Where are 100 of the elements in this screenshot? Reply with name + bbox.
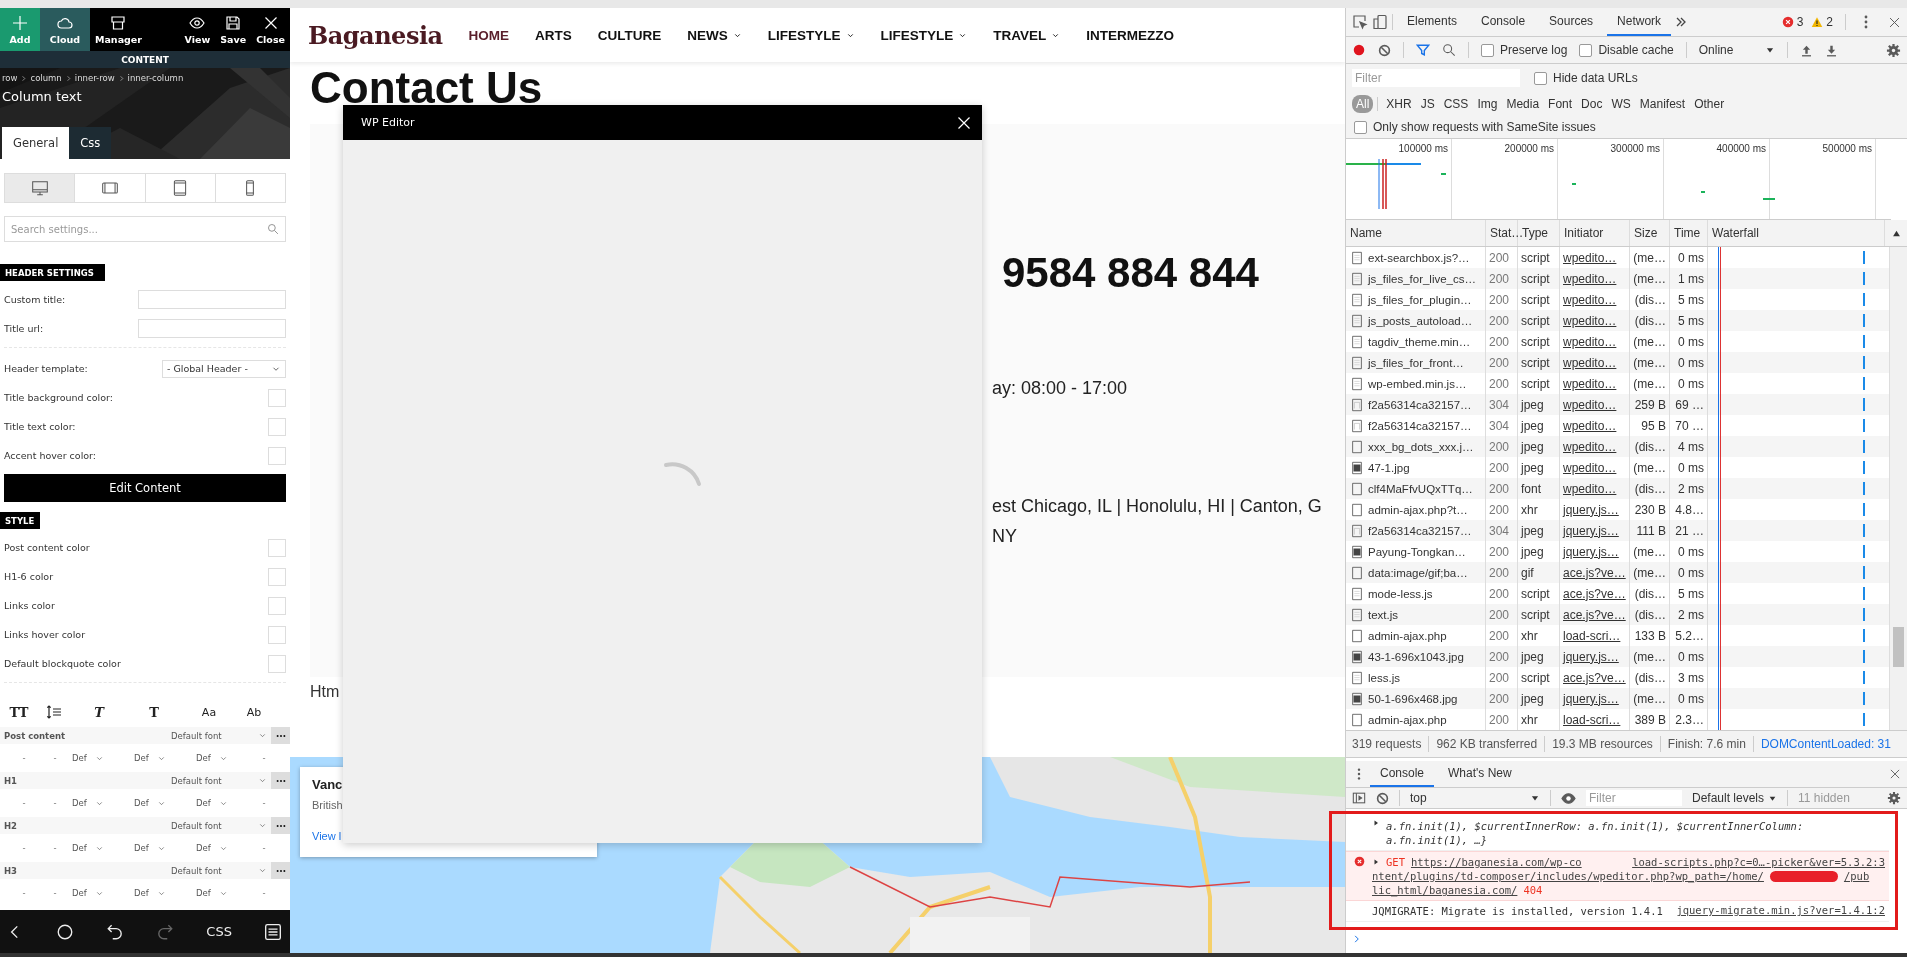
- type-filter[interactable]: Other: [1690, 95, 1729, 113]
- initiator-link[interactable]: jquery.js…: [1560, 646, 1630, 667]
- more-button[interactable]: [271, 817, 290, 834]
- initiator-link[interactable]: jquery.js…: [1560, 520, 1630, 541]
- drawer-tab[interactable]: What's New: [1438, 761, 1522, 787]
- more-button[interactable]: [271, 772, 290, 789]
- breadcrumb-item[interactable]: column: [30, 73, 62, 83]
- font-select[interactable]: Default font: [171, 865, 271, 876]
- value-select[interactable]: Def: [72, 843, 134, 853]
- nav-link[interactable]: TRAVEL: [993, 27, 1061, 43]
- initiator-link[interactable]: ace.js?ve…: [1560, 562, 1630, 583]
- value-select[interactable]: Def: [196, 888, 254, 898]
- request-name[interactable]: admin-ajax.php: [1368, 713, 1447, 726]
- clear-button[interactable]: [1376, 791, 1389, 805]
- initiator-link[interactable]: wpedito…: [1560, 478, 1630, 499]
- settings-button[interactable]: [1887, 791, 1901, 805]
- type-filter[interactable]: Img: [1473, 95, 1502, 113]
- clear-button[interactable]: [1378, 43, 1391, 57]
- request-name[interactable]: tagdiv_theme.min…: [1368, 335, 1471, 348]
- levels-select[interactable]: Default levels: [1692, 791, 1778, 805]
- search-button[interactable]: [1442, 43, 1456, 57]
- nav-link[interactable]: ARTS: [535, 27, 572, 43]
- devtools-tab[interactable]: Network: [1607, 8, 1672, 36]
- devtools-tab[interactable]: Elements: [1397, 8, 1468, 36]
- request-name[interactable]: f2a56314ca32157…: [1368, 524, 1472, 537]
- request-name[interactable]: js_files_for_plugin…: [1368, 293, 1472, 306]
- type-filter[interactable]: CSS: [1439, 95, 1473, 113]
- value-select[interactable]: Def: [134, 888, 196, 898]
- request-name[interactable]: ext-searchbox.js?…: [1368, 251, 1470, 264]
- color-swatch[interactable]: [268, 654, 286, 673]
- initiator-link[interactable]: wpedito…: [1560, 310, 1630, 331]
- color-swatch[interactable]: [268, 625, 286, 644]
- nav-link[interactable]: NEWS: [687, 27, 742, 43]
- color-swatch[interactable]: [268, 446, 286, 465]
- search-field[interactable]: Search settings...: [4, 216, 286, 242]
- export-button[interactable]: [1824, 43, 1838, 57]
- request-name[interactable]: f2a56314ca32157…: [1368, 419, 1472, 432]
- css-button[interactable]: CSS: [204, 922, 234, 941]
- device-toolbar-button[interactable]: [1372, 14, 1388, 30]
- value-select[interactable]: Def: [134, 753, 196, 763]
- more-tabs-button[interactable]: [1675, 16, 1688, 28]
- color-swatch[interactable]: [268, 567, 286, 586]
- initiator-link[interactable]: wpedito…: [1560, 436, 1630, 457]
- font-select[interactable]: Default font: [171, 730, 271, 741]
- request-name[interactable]: js_posts_autoload…: [1368, 314, 1473, 327]
- request-name[interactable]: 47-1.jpg: [1368, 461, 1410, 474]
- breadcrumb-item[interactable]: row: [2, 73, 18, 83]
- more-button[interactable]: [271, 862, 290, 879]
- request-name[interactable]: f2a56314ca32157…: [1368, 398, 1472, 411]
- value-select[interactable]: Def: [196, 843, 254, 853]
- drawer-tab[interactable]: Console: [1370, 761, 1435, 787]
- request-name[interactable]: 50-1-696x468.jpg: [1368, 692, 1458, 705]
- map-link[interactable]: View l: [312, 830, 342, 842]
- url-link[interactable]: ntent/plugins/td-composer/includes/wpeditor.php?wp_path=/home/: [1372, 869, 1764, 883]
- color-swatch[interactable]: [268, 417, 286, 436]
- initiator-link[interactable]: jquery.js…: [1560, 688, 1630, 709]
- checkbox[interactable]: Preserve log: [1481, 43, 1568, 57]
- settings-tab[interactable]: Css: [69, 127, 112, 159]
- nav-link[interactable]: HOME: [468, 27, 510, 43]
- column-header[interactable]: Waterfall: [1708, 220, 1885, 246]
- value-select[interactable]: Def: [72, 888, 134, 898]
- request-name[interactable]: text.js: [1368, 608, 1399, 621]
- column-header[interactable]: Time: [1670, 220, 1708, 246]
- nav-link[interactable]: CULTURE: [597, 27, 662, 43]
- text-case-tool[interactable]: Aa: [184, 705, 234, 719]
- value-select[interactable]: Def: [196, 753, 254, 763]
- breadcrumb-item[interactable]: inner-row: [74, 73, 115, 83]
- nav-link[interactable]: LIFESTYLE: [767, 27, 855, 43]
- request-name[interactable]: clf4MaFfvUQxTTq…: [1368, 482, 1473, 495]
- column-header[interactable]: Size: [1630, 220, 1670, 246]
- cloud-button[interactable]: Cloud: [40, 8, 90, 51]
- import-button[interactable]: [1799, 43, 1813, 57]
- add-button[interactable]: Add: [0, 8, 40, 51]
- filter-field[interactable]: Filter: [1352, 69, 1520, 87]
- letter-spacing-tool[interactable]: Ab: [234, 705, 274, 719]
- url-link[interactable]: lic_html/baganesia.com/: [1372, 883, 1518, 897]
- type-filter[interactable]: Manifest: [1635, 95, 1690, 113]
- request-name[interactable]: js_files_for_live_cs…: [1368, 272, 1476, 285]
- request-name[interactable]: js_files_for_front…: [1368, 356, 1464, 369]
- type-filter[interactable]: Font: [1544, 95, 1577, 113]
- request-name[interactable]: mode-less.js: [1368, 587, 1433, 600]
- font-weight-tool[interactable]: T: [124, 704, 184, 720]
- record-button[interactable]: [1352, 43, 1366, 57]
- checkbox[interactable]: Hide data URLs: [1534, 71, 1638, 85]
- request-name[interactable]: less.js: [1368, 671, 1400, 684]
- type-filter[interactable]: JS: [1416, 95, 1439, 113]
- settings-tab[interactable]: General: [2, 127, 70, 159]
- value-select[interactable]: Def: [72, 798, 134, 808]
- italic-tool[interactable]: T: [74, 704, 124, 720]
- settings-button[interactable]: [1886, 42, 1901, 58]
- site-logo[interactable]: Baganesia: [308, 20, 443, 50]
- inspect-button[interactable]: [1352, 14, 1368, 30]
- color-swatch[interactable]: [268, 596, 286, 615]
- request-name[interactable]: admin-ajax.php?t…: [1368, 503, 1468, 516]
- input-field[interactable]: [138, 290, 286, 309]
- initiator-link[interactable]: ace.js?ve…: [1560, 604, 1630, 625]
- value-select[interactable]: Def: [134, 843, 196, 853]
- type-filter[interactable]: XHR: [1382, 95, 1416, 113]
- scrollbar[interactable]: [1890, 247, 1907, 730]
- checkbox[interactable]: Disable cache: [1579, 43, 1674, 57]
